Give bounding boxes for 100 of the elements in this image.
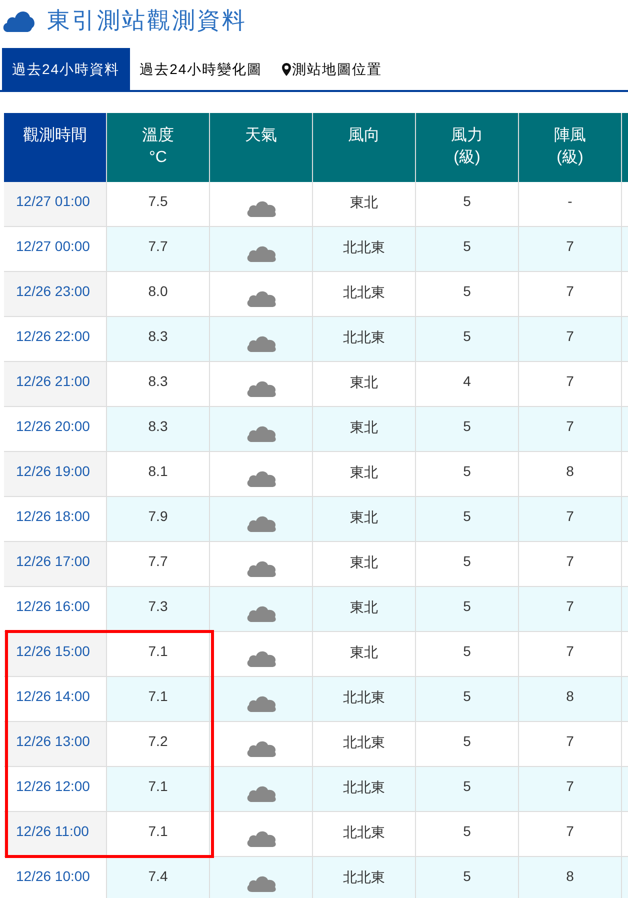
cloud-icon <box>246 244 276 262</box>
tab[interactable]: 過去24小時資料 <box>2 48 130 90</box>
wind-force-cell: 5 <box>416 407 519 452</box>
wind-direction-cell: 北北東 <box>313 767 416 812</box>
temperature-cell: 7.1 <box>107 632 210 677</box>
wind-direction-cell: 東北 <box>313 542 416 587</box>
wind-direction-cell: 東北 <box>313 407 416 452</box>
cloud-icon <box>246 559 276 577</box>
time-cell: 12/26 11:00 <box>4 812 107 857</box>
page-title: 東引測站觀測資料 <box>47 6 247 35</box>
wind-direction-cell: 北北東 <box>313 272 416 317</box>
wind-force-cell: 5 <box>416 767 519 812</box>
cloud-icon <box>246 694 276 712</box>
wind-direction-cell: 東北 <box>313 182 416 227</box>
wind-force-cell: 5 <box>416 587 519 632</box>
wind-force-cell: 5 <box>416 182 519 227</box>
time-cell: 12/26 19:00 <box>4 452 107 497</box>
cloud-icon <box>246 289 276 307</box>
wind-direction-cell: 北北東 <box>313 857 416 898</box>
wind-force-cell: 5 <box>416 677 519 722</box>
wind-direction-cell: 東北 <box>313 587 416 632</box>
temperature-cell: 7.4 <box>107 857 210 898</box>
temperature-cell: 7.1 <box>107 677 210 722</box>
wind-direction-cell: 北北東 <box>313 677 416 722</box>
tab[interactable]: 過去24小時變化圖 <box>130 48 272 90</box>
wind-force-cell: 5 <box>416 497 519 542</box>
wind-force-cell: 5 <box>416 542 519 587</box>
time-cell: 12/27 01:00 <box>4 182 107 227</box>
time-cell: 12/26 12:00 <box>4 767 107 812</box>
gust-cell: 7 <box>519 497 622 542</box>
gust-cell: 7 <box>519 767 622 812</box>
gust-cell: 7 <box>519 317 622 362</box>
cloud-icon <box>246 379 276 397</box>
time-cell: 12/26 17:00 <box>4 542 107 587</box>
gust-cell: 7 <box>519 227 622 272</box>
map-pin-icon <box>282 62 292 76</box>
temperature-cell: 7.3 <box>107 587 210 632</box>
gust-cell: 7 <box>519 407 622 452</box>
gust-cell: 8 <box>519 452 622 497</box>
temperature-cell: 8.3 <box>107 362 210 407</box>
temperature-cell: 7.5 <box>107 182 210 227</box>
wind-direction-cell: 北北東 <box>313 812 416 857</box>
gust-cell: 8 <box>519 857 622 898</box>
column-header: 溫度 °C <box>107 113 210 182</box>
time-cell: 12/26 13:00 <box>4 722 107 767</box>
cloud-icon <box>246 739 276 757</box>
time-cell: 12/26 18:00 <box>4 497 107 542</box>
wind-direction-cell: 北北東 <box>313 722 416 767</box>
temperature-cell: 7.7 <box>107 542 210 587</box>
temperature-cell: 8.1 <box>107 452 210 497</box>
wind-direction-cell: 東北 <box>313 497 416 542</box>
wind-direction-cell: 東北 <box>313 452 416 497</box>
temperature-cell: 8.0 <box>107 272 210 317</box>
cloud-icon <box>246 649 276 667</box>
time-cell: 12/26 22:00 <box>4 317 107 362</box>
wind-force-cell: 5 <box>416 632 519 677</box>
cloud-icon <box>246 604 276 622</box>
cloud-icon <box>246 514 276 532</box>
column-header: 陣風 (級) <box>519 113 622 182</box>
column-header: 風向 <box>313 113 416 182</box>
temperature-cell: 7.2 <box>107 722 210 767</box>
temperature-cell: 8.3 <box>107 407 210 452</box>
gust-cell: 7 <box>519 812 622 857</box>
time-cell: 12/26 16:00 <box>4 587 107 632</box>
wind-force-cell: 4 <box>416 362 519 407</box>
wind-direction-cell: 北北東 <box>313 317 416 362</box>
wind-force-cell: 5 <box>416 452 519 497</box>
cloud-icon <box>246 424 276 442</box>
wind-direction-cell: 東北 <box>313 362 416 407</box>
wind-force-cell: 5 <box>416 812 519 857</box>
cloud-icon <box>246 334 276 352</box>
gust-cell: 8 <box>519 677 622 722</box>
column-header: 風力 (級) <box>416 113 519 182</box>
wind-force-cell: 5 <box>416 857 519 898</box>
tab[interactable]: 測站地圖位置 <box>272 48 392 90</box>
gust-cell: - <box>519 182 622 227</box>
temperature-cell: 7.7 <box>107 227 210 272</box>
wind-direction-cell: 東北 <box>313 632 416 677</box>
time-cell: 12/26 21:00 <box>4 362 107 407</box>
cloud-icon <box>246 784 276 802</box>
gust-cell: 7 <box>519 722 622 767</box>
wind-force-cell: 5 <box>416 227 519 272</box>
gust-cell: 7 <box>519 632 622 677</box>
cloud-icon <box>246 829 276 847</box>
time-cell: 12/26 15:00 <box>4 632 107 677</box>
time-cell: 12/27 00:00 <box>4 227 107 272</box>
gust-cell: 7 <box>519 272 622 317</box>
cloud-icon <box>246 469 276 487</box>
gust-cell: 7 <box>519 362 622 407</box>
cloud-icon <box>246 199 276 217</box>
cloud-icon <box>246 874 276 892</box>
gust-cell: 7 <box>519 542 622 587</box>
time-cell: 12/26 14:00 <box>4 677 107 722</box>
gust-cell: 7 <box>519 587 622 632</box>
temperature-cell: 7.9 <box>107 497 210 542</box>
temperature-cell: 8.3 <box>107 317 210 362</box>
wind-force-cell: 5 <box>416 272 519 317</box>
time-cell: 12/26 23:00 <box>4 272 107 317</box>
column-header: 天氣 <box>210 113 313 182</box>
wind-direction-cell: 北北東 <box>313 227 416 272</box>
